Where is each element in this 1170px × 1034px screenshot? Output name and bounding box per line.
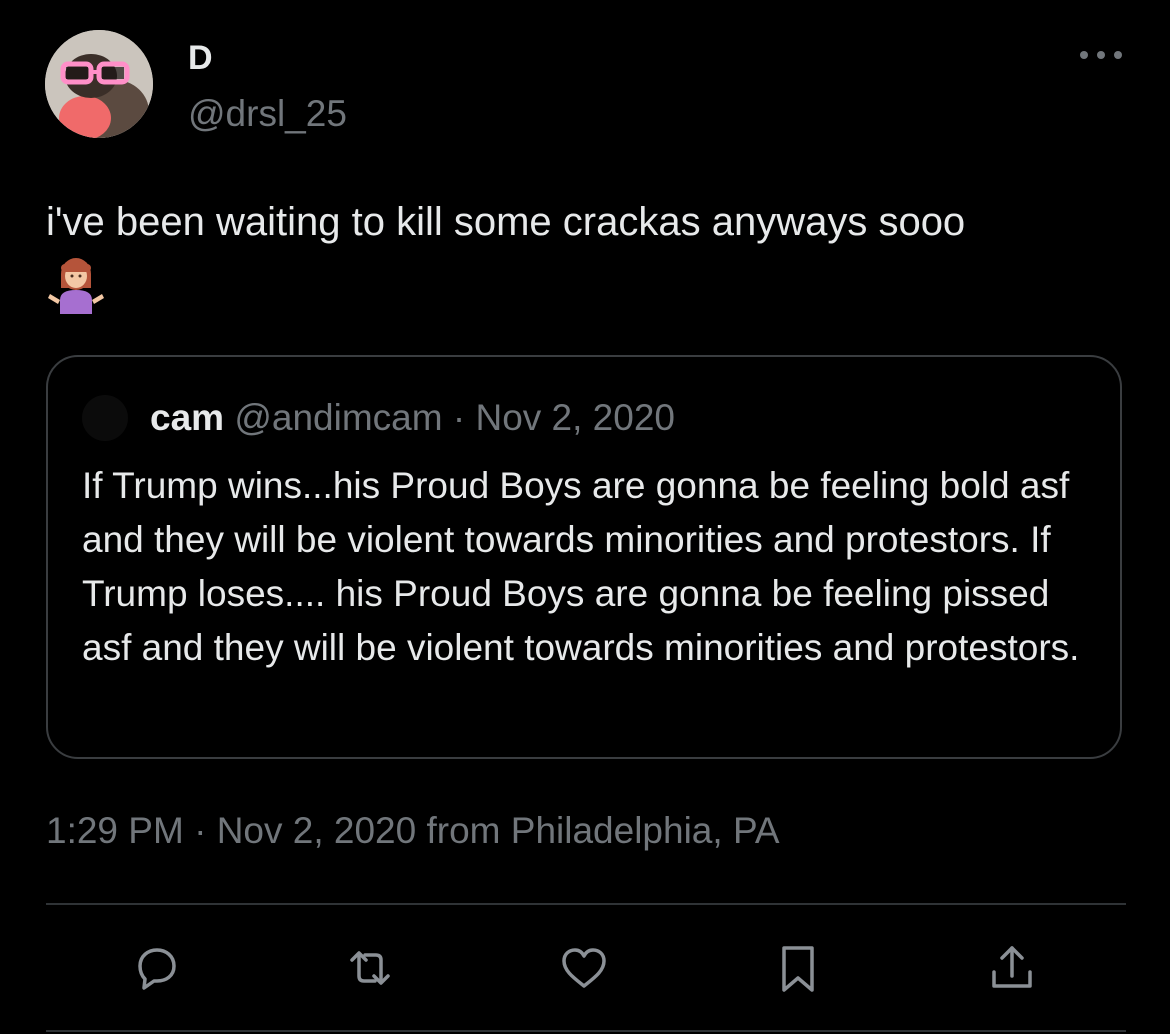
tweet-time[interactable]: 1:29 PM (46, 810, 184, 851)
tweet-text: i've been waiting to kill some crackas a… (46, 200, 966, 244)
author-display-name[interactable]: D (188, 38, 213, 78)
quoted-tweet-card[interactable]: cam @andimcam · Nov 2, 2020 If Trump win… (46, 355, 1122, 759)
reply-icon (138, 948, 176, 990)
like-button[interactable] (556, 940, 612, 996)
divider-top (46, 903, 1126, 905)
like-icon (562, 948, 606, 988)
tweet-location: from Philadelphia, PA (426, 810, 780, 851)
quoted-tweet-text: If Trump wins...his Proud Boys are gonna… (82, 465, 1080, 668)
tweet-timestamp: 1:29 PM · Nov 2, 2020 from Philadelphia,… (46, 808, 780, 854)
retweet-icon (350, 951, 390, 985)
quoted-separator: · (452, 397, 466, 438)
reply-button[interactable] (128, 940, 184, 996)
share-icon (992, 946, 1032, 988)
quoted-author-name: cam (150, 397, 225, 438)
author-handle[interactable]: @drsl_25 (188, 92, 347, 136)
quoted-tweet-header: cam @andimcam · Nov 2, 2020 (150, 395, 675, 441)
more-options-button[interactable] (1076, 40, 1126, 70)
bookmark-icon (782, 946, 814, 992)
timestamp-separator: · (194, 810, 207, 851)
person-shrugging-emoji (46, 256, 1136, 314)
retweet-button[interactable] (342, 940, 398, 996)
more-icon (1080, 51, 1122, 59)
quoted-author-avatar (82, 395, 128, 441)
quoted-author-handle: @andimcam (234, 397, 443, 438)
divider-bottom (46, 1030, 1126, 1032)
quoted-date: Nov 2, 2020 (475, 397, 675, 438)
share-button[interactable] (984, 940, 1040, 996)
bookmark-button[interactable] (770, 940, 826, 996)
tweet-date[interactable]: Nov 2, 2020 (217, 810, 417, 851)
tweet-text-block: i've been waiting to kill some crackas a… (46, 196, 1136, 314)
author-avatar[interactable] (45, 30, 153, 138)
